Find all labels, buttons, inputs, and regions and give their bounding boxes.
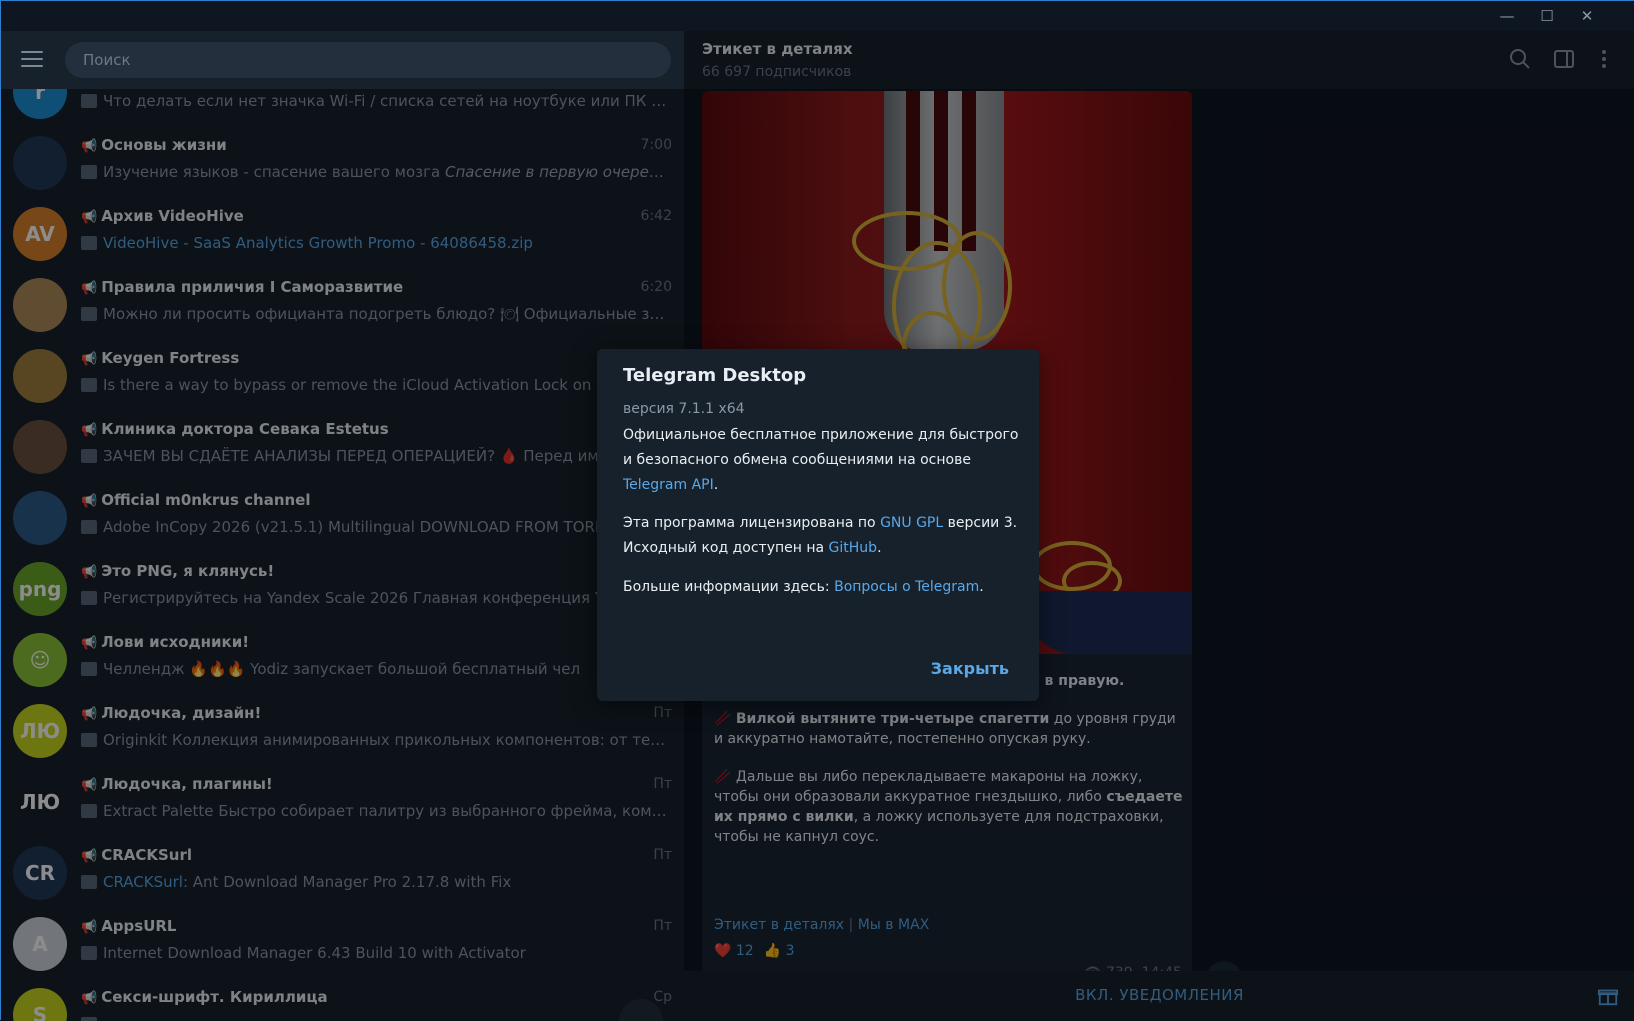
telegram-api-link[interactable]: Telegram API [623, 477, 714, 493]
dialog-version: версия 7.1.1 x64 [623, 401, 745, 417]
search-input[interactable]: Поиск [65, 42, 671, 78]
hamburger-menu-icon[interactable] [21, 51, 43, 67]
github-link[interactable]: GitHub [829, 540, 878, 556]
dialog-description: Официальное бесплатное приложение для бы… [623, 423, 1023, 498]
dialog-close-button[interactable]: Закрыть [931, 659, 1009, 678]
minimize-button[interactable]: — [1487, 1, 1527, 31]
gnu-gpl-link[interactable]: GNU GPL [880, 515, 943, 531]
close-window-button[interactable]: ✕ [1567, 1, 1607, 31]
dialog-title: Telegram Desktop [623, 365, 806, 386]
title-bar: — ☐ ✕ [1, 1, 1634, 31]
about-dialog: Telegram Desktop версия 7.1.1 x64 Официа… [597, 349, 1039, 701]
dialog-more-info: Больше информации здесь: Вопросы о Teleg… [623, 575, 1023, 600]
dialog-license: Эта программа лицензирована по GNU GPL в… [623, 511, 1023, 561]
app-window: — ☐ ✕ Поиск r📢remontka.pro7:50Что делать… [0, 0, 1634, 1020]
maximize-button[interactable]: ☐ [1527, 1, 1567, 31]
chat-list-header: Поиск [1, 31, 684, 89]
faq-link[interactable]: Вопросы о Telegram [834, 579, 979, 595]
